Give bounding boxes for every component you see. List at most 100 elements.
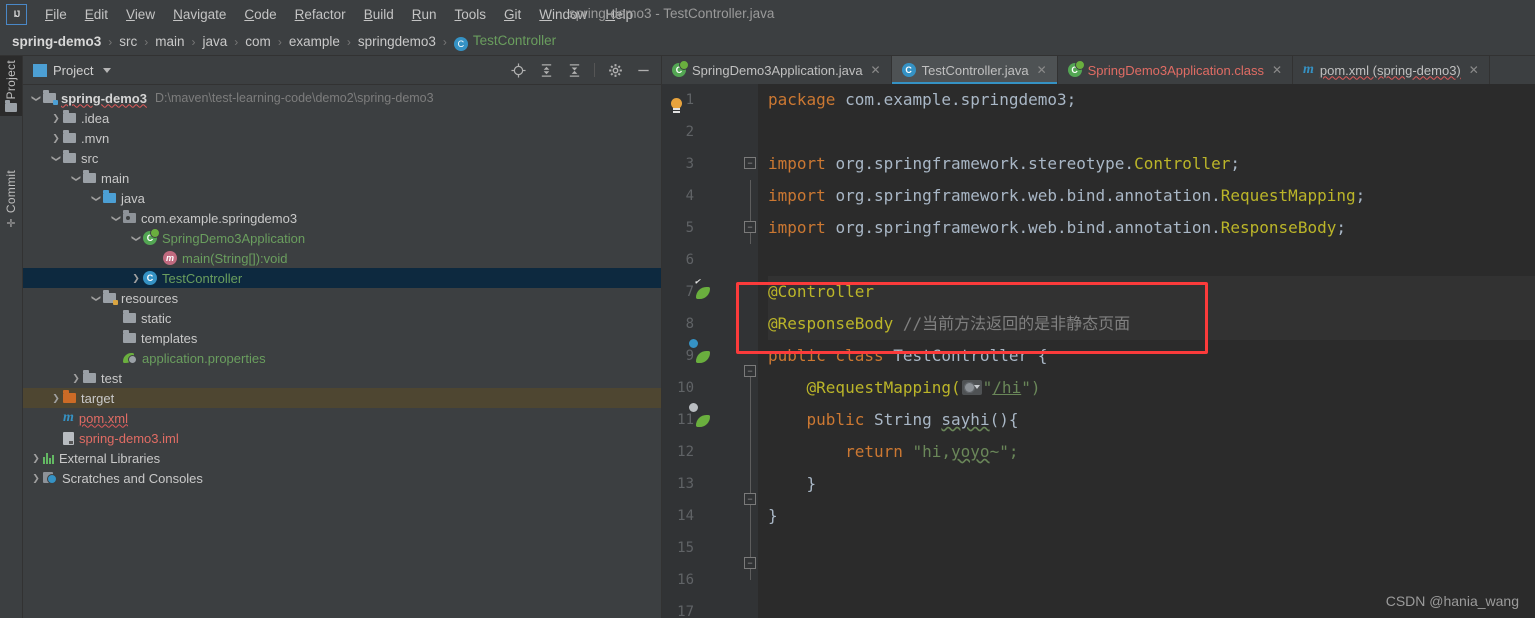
hide-panel-icon[interactable] bbox=[635, 62, 651, 78]
tree-row-spring-demo3[interactable]: ❯ spring-demo3 D:\maven\test-learning-code… bbox=[23, 88, 661, 108]
fold-marker-import-end[interactable]: − bbox=[744, 221, 756, 233]
code-line-7[interactable]: @Controller bbox=[768, 276, 1535, 308]
close-icon[interactable]: ✕ bbox=[1469, 63, 1479, 77]
fold-marker-method-end[interactable]: − bbox=[744, 557, 756, 569]
fold-marker-method-start[interactable]: − bbox=[744, 493, 756, 505]
menu-item-navigate[interactable]: Navigate bbox=[164, 4, 235, 25]
code-line-14[interactable]: } bbox=[768, 500, 1535, 532]
code-content[interactable]: package com.example.springdemo3; import o… bbox=[758, 84, 1535, 618]
locate-icon[interactable] bbox=[510, 62, 526, 78]
project-tree[interactable]: ❯ spring-demo3 D:\maven\test-learning-code… bbox=[23, 85, 661, 618]
web-mapping-gutter-icon[interactable] bbox=[961, 380, 982, 395]
code-line-1[interactable]: package com.example.springdemo3; bbox=[768, 84, 1535, 116]
menu-item-view[interactable]: View bbox=[117, 4, 164, 25]
tree-row-application-properties[interactable]: application.properties bbox=[23, 348, 661, 368]
tree-row-target[interactable]: ❯ target bbox=[23, 388, 661, 408]
code-line-16[interactable] bbox=[768, 564, 1535, 596]
tree-row-java[interactable]: ❯ java bbox=[23, 188, 661, 208]
fold-column[interactable]: − − − − − bbox=[742, 84, 758, 618]
stripe-button-commit[interactable]: Commit ✛ bbox=[0, 166, 22, 234]
tree-row-springdemo3application[interactable]: ❯ C SpringDemo3Application bbox=[23, 228, 661, 248]
code-line-10[interactable]: @RequestMapping("/hi") bbox=[768, 372, 1535, 404]
chevron-down-icon[interactable] bbox=[103, 67, 112, 73]
chevron-down-icon[interactable]: ❯ bbox=[91, 291, 102, 305]
tree-row-static[interactable]: static bbox=[23, 308, 661, 328]
breadcrumb-item-example[interactable]: example bbox=[289, 34, 340, 49]
tree-row-com-example-springdemo3[interactable]: ❯ com.example.springdemo3 bbox=[23, 208, 661, 228]
tree-row-external-libraries[interactable]: ❯ External Libraries bbox=[23, 448, 661, 468]
editor-tab-pom-xml-spring-demo3-[interactable]: m pom.xml (spring-demo3) ✕ bbox=[1293, 56, 1490, 84]
menu-item-file[interactable]: File bbox=[36, 4, 76, 25]
spring-bean-gutter-icon[interactable] bbox=[688, 338, 714, 364]
close-icon[interactable]: ✕ bbox=[1272, 63, 1282, 77]
chevron-right-icon[interactable]: ❯ bbox=[49, 113, 63, 124]
chevron-right-icon[interactable]: ❯ bbox=[49, 133, 63, 144]
code-line-6[interactable] bbox=[768, 244, 1535, 276]
menu-item-tools[interactable]: Tools bbox=[446, 4, 496, 25]
code-line-3[interactable]: import org.springframework.stereotype.Co… bbox=[768, 148, 1535, 180]
menu-item-refactor[interactable]: Refactor bbox=[286, 4, 355, 25]
chevron-right-icon[interactable]: ❯ bbox=[129, 273, 143, 284]
code-line-15[interactable] bbox=[768, 532, 1535, 564]
fold-marker-import-start[interactable]: − bbox=[744, 157, 756, 169]
editor-gutter[interactable]: 1 2 3 4 5 6 7 8 9 10 11 12 13 14 15 16 17 bbox=[662, 84, 742, 618]
editor-tab-bar[interactable]: C SpringDemo3Application.java ✕ C TestContro… bbox=[662, 56, 1535, 84]
editor-tab-springdemo3application-class[interactable]: C SpringDemo3Application.class ✕ bbox=[1058, 56, 1293, 84]
close-icon[interactable]: ✕ bbox=[871, 63, 881, 77]
code-line-9[interactable]: public class TestController { bbox=[768, 340, 1535, 372]
chevron-right-icon[interactable]: ❯ bbox=[29, 453, 43, 464]
breadcrumb-item-src[interactable]: src bbox=[119, 34, 137, 49]
chevron-down-icon[interactable]: ❯ bbox=[111, 211, 122, 225]
tree-row-spring-demo3-iml[interactable]: spring-demo3.iml bbox=[23, 428, 661, 448]
spring-bean-gutter-icon[interactable] bbox=[695, 277, 714, 300]
code-line-2[interactable] bbox=[768, 116, 1535, 148]
breadcrumb-item-java[interactable]: java bbox=[203, 34, 228, 49]
tree-row-test[interactable]: ❯ test bbox=[23, 368, 661, 388]
code-line-4[interactable]: import org.springframework.web.bind.anno… bbox=[768, 180, 1535, 212]
chevron-right-icon[interactable]: ❯ bbox=[49, 393, 63, 404]
chevron-down-icon[interactable]: ❯ bbox=[91, 191, 102, 205]
breadcrumb-item-main[interactable]: main bbox=[155, 34, 184, 49]
settings-gear-icon[interactable] bbox=[607, 62, 623, 78]
code-line-5[interactable]: import org.springframework.web.bind.anno… bbox=[768, 212, 1535, 244]
expand-all-icon[interactable] bbox=[538, 62, 554, 78]
chevron-down-icon[interactable]: ❯ bbox=[51, 151, 62, 165]
breadcrumb-item-com[interactable]: com bbox=[245, 34, 271, 49]
menu-item-edit[interactable]: Edit bbox=[76, 4, 117, 25]
tree-row-pom-xml[interactable]: m pom.xml bbox=[23, 408, 661, 428]
spring-bean-gutter-icon[interactable] bbox=[688, 402, 714, 428]
tree-row--mvn[interactable]: ❯ .mvn bbox=[23, 128, 661, 148]
tree-row-src[interactable]: ❯ src bbox=[23, 148, 661, 168]
menu-item-code[interactable]: Code bbox=[235, 4, 285, 25]
menu-item-run[interactable]: Run bbox=[403, 4, 446, 25]
tree-row-scratches-and-consoles[interactable]: ❯ Scratches and Consoles bbox=[23, 468, 661, 488]
collapse-all-icon[interactable] bbox=[566, 62, 582, 78]
editor-tab-springdemo3application-java[interactable]: C SpringDemo3Application.java ✕ bbox=[662, 56, 892, 84]
tree-row-testcontroller[interactable]: ❯ C TestController bbox=[23, 268, 661, 288]
tree-row-templates[interactable]: templates bbox=[23, 328, 661, 348]
chevron-down-icon[interactable]: ❯ bbox=[131, 231, 142, 245]
editor-tab-testcontroller-java[interactable]: C TestController.java ✕ bbox=[891, 56, 1058, 84]
tree-row-resources[interactable]: ❯ resources bbox=[23, 288, 661, 308]
code-line-8[interactable]: @ResponseBody //当前方法返回的是非静态页面 bbox=[768, 308, 1535, 340]
breadcrumb-item-class[interactable]: C TestController bbox=[453, 33, 556, 51]
menu-item-git[interactable]: Git bbox=[495, 4, 530, 25]
fold-marker-class-start[interactable]: − bbox=[744, 365, 756, 377]
chevron-down-icon[interactable]: ❯ bbox=[31, 91, 42, 105]
breadcrumb-item-spring-demo3[interactable]: spring-demo3 bbox=[12, 34, 101, 49]
chevron-down-icon[interactable]: ❯ bbox=[71, 171, 82, 185]
tree-row-main[interactable]: ❯ main bbox=[23, 168, 661, 188]
chevron-right-icon[interactable]: ❯ bbox=[69, 373, 83, 384]
intention-bulb-icon[interactable] bbox=[670, 98, 684, 114]
tree-row-main-string-void[interactable]: m main(String[]):void bbox=[23, 248, 661, 268]
close-icon[interactable]: ✕ bbox=[1037, 63, 1047, 77]
stripe-button-project[interactable]: Project bbox=[0, 56, 22, 117]
code-line-13[interactable]: } bbox=[768, 468, 1535, 500]
code-line-11[interactable]: public String sayhi(){ bbox=[768, 404, 1535, 436]
chevron-right-icon[interactable]: ❯ bbox=[29, 473, 43, 484]
code-line-12[interactable]: return "hi,yoyo~"; bbox=[768, 436, 1535, 468]
menu-item-build[interactable]: Build bbox=[355, 4, 403, 25]
breadcrumb-item-springdemo3[interactable]: springdemo3 bbox=[358, 34, 436, 49]
project-panel-title-group[interactable]: Project bbox=[33, 63, 112, 78]
tree-row--idea[interactable]: ❯ .idea bbox=[23, 108, 661, 128]
